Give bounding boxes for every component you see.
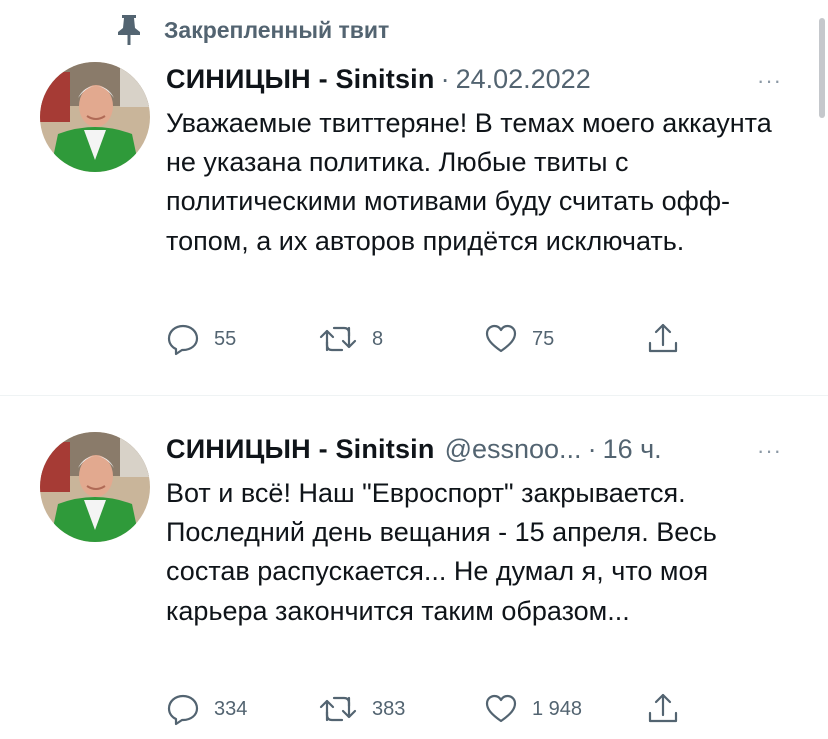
tweet-date[interactable]: 24.02.2022	[456, 64, 591, 95]
author-name[interactable]: СИНИЦЫН - Sinitsin	[166, 64, 435, 95]
avatar[interactable]	[40, 432, 150, 542]
share-button[interactable]	[646, 691, 680, 727]
retweet-button[interactable]: 383	[318, 691, 405, 727]
retweet-icon	[319, 326, 357, 352]
more-options-icon[interactable]: ···	[757, 68, 782, 94]
heart-icon	[485, 694, 517, 723]
like-button[interactable]: 75	[484, 321, 554, 357]
heart-icon	[485, 324, 517, 353]
reply-icon	[167, 324, 199, 356]
retweet-count: 383	[372, 697, 406, 720]
author-name[interactable]: СИНИЦЫН - Sinitsin	[166, 434, 435, 465]
like-count: 75	[532, 327, 555, 350]
separator-dot: ·	[440, 63, 450, 94]
more-options-icon[interactable]: ···	[757, 438, 782, 464]
tweet-latest[interactable]: СИНИЦЫН - Sinitsin @essnoo... · 16 ч. ··…	[0, 396, 828, 739]
reply-button[interactable]: 55	[166, 321, 236, 357]
avatar[interactable]	[40, 62, 150, 172]
tweet-text: Уважаемые твиттеряне! В темах моего акка…	[166, 108, 772, 256]
like-count: 1 948	[532, 697, 583, 720]
tweet-header: СИНИЦЫН - Sinitsin · 24.02.2022 ···	[166, 62, 782, 96]
retweet-button[interactable]: 8	[318, 321, 383, 357]
reply-button[interactable]: 334	[166, 691, 247, 727]
reply-icon	[167, 694, 199, 726]
tweet-text: Вот и всё! Наш "Евроспорт" закрывается. …	[166, 478, 717, 626]
tweet-header: СИНИЦЫН - Sinitsin @essnoo... · 16 ч. ··…	[166, 432, 782, 466]
tweet-actions: 334 383 1 948	[166, 691, 696, 727]
tweet-actions: 55 8 75	[166, 321, 696, 357]
separator-dot: ·	[587, 433, 597, 464]
tweet-date[interactable]: 16 ч.	[603, 434, 662, 465]
author-handle[interactable]: @essnoo...	[445, 434, 582, 465]
share-icon	[648, 323, 678, 353]
reply-count: 55	[214, 327, 237, 350]
tweet-pinned[interactable]: СИНИЦЫН - Sinitsin · 24.02.2022 ··· Уваж…	[0, 0, 828, 395]
retweet-icon	[319, 696, 357, 722]
retweet-count: 8	[372, 327, 384, 350]
reply-count: 334	[214, 697, 248, 720]
share-icon	[648, 693, 678, 723]
share-button[interactable]	[646, 321, 680, 357]
like-button[interactable]: 1 948	[484, 691, 582, 727]
